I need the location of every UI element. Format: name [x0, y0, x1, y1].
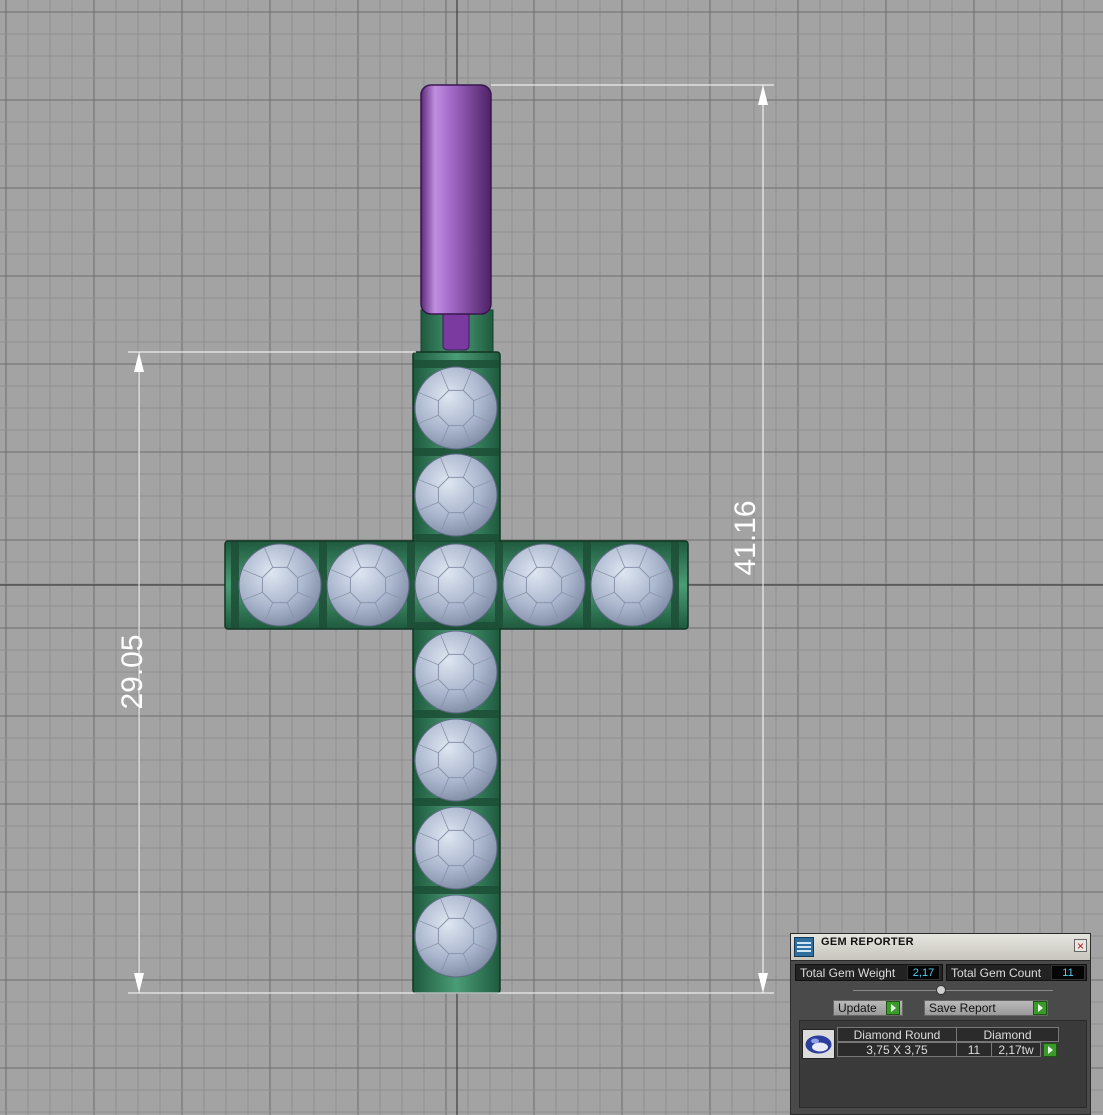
gem-size-cell: 3,75 X 3,75 [837, 1042, 957, 1057]
arrow-left-top [134, 352, 144, 372]
update-play-icon[interactable] [886, 1001, 900, 1015]
gem-reporter-titlebar[interactable]: GEM REPORTER × [791, 934, 1090, 961]
gem-stone [414, 806, 498, 890]
gem-reporter-title: GEM REPORTER [821, 936, 914, 948]
gem-thumbnail-icon [802, 1029, 835, 1059]
save-report-play-icon[interactable] [1033, 1001, 1047, 1015]
close-icon[interactable]: × [1074, 939, 1087, 952]
gem-stone [502, 543, 586, 627]
bail [420, 84, 492, 315]
total-gem-weight-value: 2,17 [907, 965, 940, 980]
save-report-button[interactable]: Save Report [924, 1000, 1048, 1016]
gem-stone [414, 630, 498, 714]
bail-link [442, 311, 470, 351]
gem-count-cell: 11 [956, 1042, 992, 1057]
arrow-left-bottom [134, 973, 144, 993]
gem-weight-cell: 2,17tw [991, 1042, 1041, 1057]
gem-stone [414, 453, 498, 537]
gem-shape-cell: Diamond Round [837, 1027, 957, 1042]
gem-stone [414, 894, 498, 978]
dimension-label-height-total: 41.16 [729, 500, 762, 575]
arrow-right-top [758, 85, 768, 105]
gem-stone [414, 366, 498, 450]
gem-row-play-icon[interactable] [1043, 1043, 1057, 1057]
cross-pendant-model [224, 84, 689, 994]
gem-stone [238, 543, 322, 627]
slider-track [853, 990, 1053, 991]
gem-stone [590, 543, 674, 627]
gem-list: Diamond Round Diamond 3,75 X 3,75 11 2,1… [799, 1020, 1087, 1108]
total-gem-count-value: 11 [1051, 965, 1085, 980]
slider-handle[interactable] [936, 985, 946, 995]
gem-stone [414, 718, 498, 802]
dimension-label-height-body: 29.05 [116, 634, 149, 709]
gem-material-cell: Diamond [956, 1027, 1059, 1042]
gem-stone [414, 543, 498, 627]
arrow-right-bottom [758, 973, 768, 993]
gem-reporter-panel: GEM REPORTER × Total Gem Weight 2,17 Tot… [790, 933, 1091, 1115]
gem-reporter-logo-icon [794, 937, 814, 957]
gem-stone [326, 543, 410, 627]
